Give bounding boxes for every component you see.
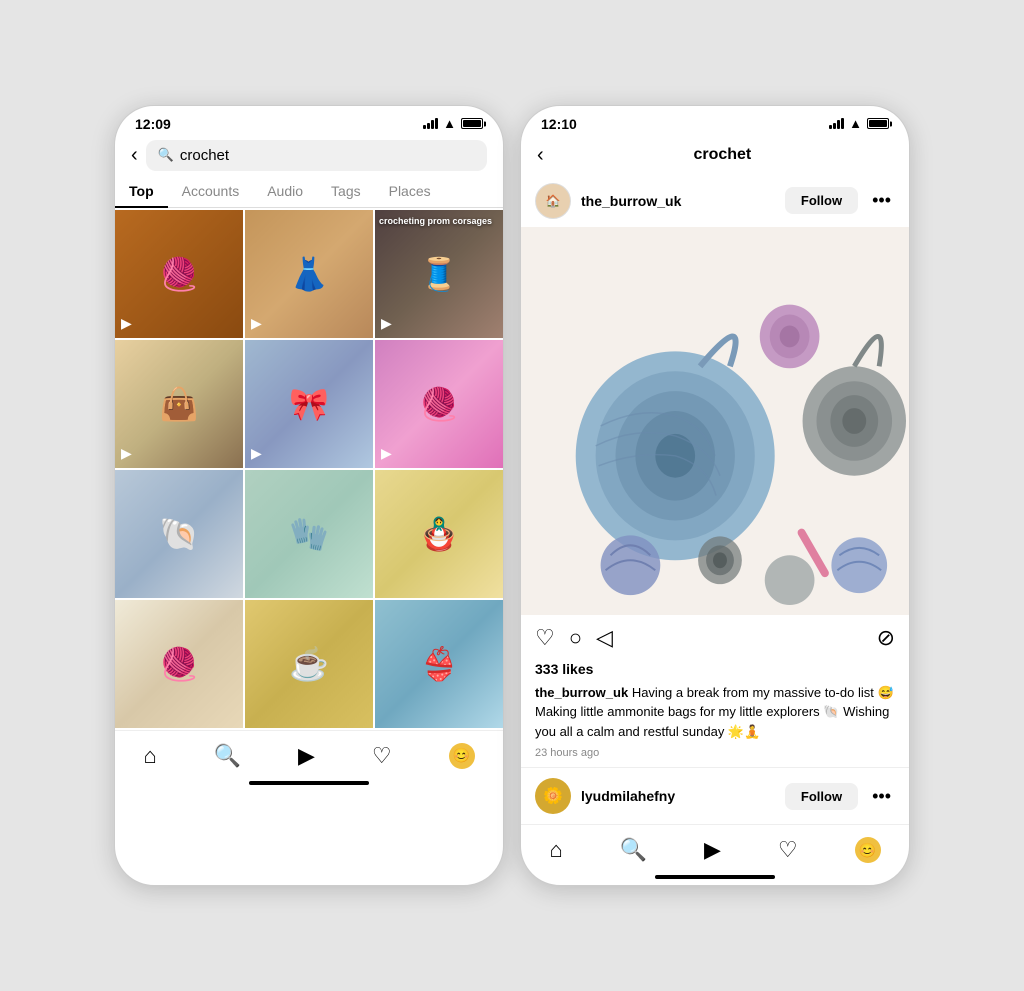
comment-avatar: 🌼 [535,778,571,814]
wifi-icon: ▲ [443,116,456,131]
post-header: ‹ crochet [521,136,909,175]
account-avatar: 🏠 [535,183,571,219]
grid-emoji-10: 🧶 [159,645,199,683]
nav-reels-left[interactable]: ▶ [298,743,315,769]
wifi-icon-right: ▲ [849,116,862,131]
like-icon[interactable]: ♡ [535,625,555,651]
battery-icon [461,118,483,129]
likes-count: 333 likes [521,661,909,683]
home-indicator-left [249,781,369,785]
post-caption: the_burrow_uk Having a break from my mas… [521,683,909,748]
time-right: 12:10 [541,116,577,132]
grid-item-6[interactable]: 🧶 ▶ [375,340,503,468]
nav-avatar-right[interactable]: 😊 [855,837,881,863]
comment-icon[interactable]: ○ [569,625,582,651]
back-button[interactable]: ‹ [131,144,138,167]
battery-icon-right [867,118,889,129]
status-icons-left: ▲ [423,116,483,131]
grid-caption-3: crocheting prom corsages [379,216,499,227]
video-icon-2: ▶ [251,315,262,332]
grid-item-1[interactable]: 🧶 ▶ [115,210,243,338]
tab-top[interactable]: Top [115,177,168,207]
grid-item-7[interactable]: 🐚 [115,470,243,598]
nav-home-left[interactable]: ⌂ [143,743,156,769]
search-grid: 🧶 ▶ 👗 ▶ 🧵 crocheting prom corsages ▶ 👜 ▶… [115,208,503,730]
grid-item-5[interactable]: 🎀 ▶ [245,340,373,468]
bottom-nav-left: ⌂ 🔍 ▶ ♡ 😊 [115,730,503,777]
grid-item-3[interactable]: 🧵 crocheting prom corsages ▶ [375,210,503,338]
crochet-visual [521,227,909,615]
video-icon-1: ▶ [121,315,132,332]
video-icon-6: ▶ [381,445,392,462]
search-bar[interactable]: 🔍 crochet [146,140,487,171]
signal-icon-right [829,118,844,129]
signal-icon [423,118,438,129]
grid-emoji-7: 🐚 [159,515,199,553]
grid-emoji-2: 👗 [289,255,329,293]
share-icon[interactable]: ◁ [596,625,613,651]
status-icons-right: ▲ [829,116,889,131]
comment-avatar-emoji: 🌼 [543,786,563,806]
tab-places[interactable]: Places [375,177,445,207]
nav-reels-right[interactable]: ▶ [704,837,721,863]
tab-bar: Top Accounts Audio Tags Places [115,171,503,208]
grid-emoji-9: 🪆 [419,515,459,553]
grid-emoji-11: ☕ [289,645,329,683]
follow-button-comment[interactable]: Follow [785,783,858,810]
grid-emoji-8: 🧤 [289,515,329,553]
grid-emoji-1: 🧶 [159,255,199,293]
bottom-nav-right: ⌂ 🔍 ▶ ♡ 😊 [521,824,909,871]
tab-audio[interactable]: Audio [253,177,317,207]
nav-heart-left[interactable]: ♡ [372,743,392,769]
comment-account-row: 🌼 lyudmilahefny Follow ••• [521,768,909,824]
video-icon-4: ▶ [121,445,132,462]
grid-item-10[interactable]: 🧶 [115,600,243,728]
left-phone: 12:09 ▲ ‹ 🔍 crochet [114,105,504,887]
search-value: crochet [180,147,229,164]
follow-button-top[interactable]: Follow [785,187,858,214]
grid-item-12[interactable]: 👙 [375,600,503,728]
post-title: crochet [552,146,893,164]
avatar-emoji: 🏠 [546,194,561,208]
nav-home-right[interactable]: ⌂ [549,837,562,863]
nav-avatar-left[interactable]: 😊 [449,743,475,769]
home-indicator-right [655,875,775,879]
nav-heart-right[interactable]: ♡ [778,837,798,863]
grid-item-11[interactable]: ☕ [245,600,373,728]
comment-account-username[interactable]: lyudmilahefny [581,788,775,804]
app-container: 12:09 ▲ ‹ 🔍 crochet [94,85,930,907]
grid-emoji-4: 👜 [159,385,199,423]
account-username[interactable]: the_burrow_uk [581,193,775,209]
more-options-comment[interactable]: ••• [868,786,895,807]
back-button-right[interactable]: ‹ [537,144,544,167]
video-icon-3: ▶ [381,315,392,332]
grid-item-2[interactable]: 👗 ▶ [245,210,373,338]
post-time: 23 hours ago [521,747,909,767]
status-bar-right: 12:10 ▲ [521,106,909,136]
grid-emoji-3: 🧵 [419,255,459,293]
action-bar: ♡ ○ ◁ ⊘ [521,615,909,661]
right-phone: 12:10 ▲ ‹ crochet 🏠 [520,105,910,887]
grid-item-8[interactable]: 🧤 [245,470,373,598]
account-row: 🏠 the_burrow_uk Follow ••• [521,175,909,227]
search-header: ‹ 🔍 crochet [115,136,503,171]
grid-item-9[interactable]: 🪆 [375,470,503,598]
video-icon-5: ▶ [251,445,262,462]
grid-emoji-12: 👙 [419,645,459,683]
tab-tags[interactable]: Tags [317,177,375,207]
caption-username[interactable]: the_burrow_uk [535,685,628,700]
bookmark-icon[interactable]: ⊘ [877,625,895,651]
more-options-top[interactable]: ••• [868,190,895,211]
post-image [521,227,909,615]
search-icon: 🔍 [158,147,174,163]
nav-search-left[interactable]: 🔍 [214,743,241,769]
time-left: 12:09 [135,116,171,132]
nav-search-right[interactable]: 🔍 [620,837,647,863]
grid-emoji-5: 🎀 [289,385,329,423]
status-bar-left: 12:09 ▲ [115,106,503,136]
tab-accounts[interactable]: Accounts [168,177,254,207]
grid-emoji-6: 🧶 [419,385,459,423]
crochet-svg [521,227,909,615]
grid-item-4[interactable]: 👜 ▶ [115,340,243,468]
